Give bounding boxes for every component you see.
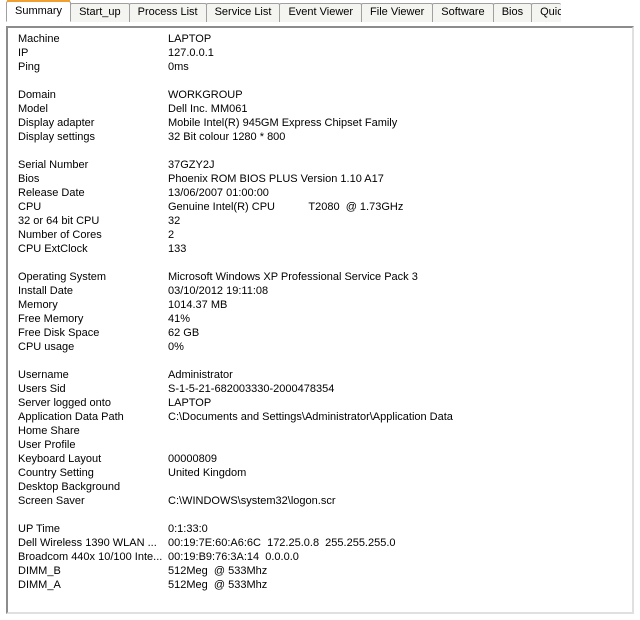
- tab-process-list[interactable]: Process List: [129, 3, 207, 22]
- info-label: Machine: [18, 32, 168, 46]
- info-value: Administrator: [168, 368, 626, 382]
- info-label: Desktop Background: [18, 480, 168, 494]
- info-value: Phoenix ROM BIOS PLUS Version 1.10 A17: [168, 172, 626, 186]
- info-label: Operating System: [18, 270, 168, 284]
- info-label: Free Memory: [18, 312, 168, 326]
- tab-service-list[interactable]: Service List: [206, 3, 281, 22]
- tab-file-viewer[interactable]: File Viewer: [361, 3, 433, 22]
- tab-strip: Summary Start_up Process List Service List E…: [0, 0, 640, 22]
- info-value: 2: [168, 228, 626, 242]
- info-label: Number of Cores: [18, 228, 168, 242]
- info-label: Display settings: [18, 130, 168, 144]
- info-table: MachineLAPTOPIP127.0.0.1Ping0msDomainWOR…: [18, 32, 626, 592]
- info-value: United Kingdom: [168, 466, 626, 480]
- info-value: [168, 424, 626, 438]
- info-label: CPU: [18, 200, 168, 214]
- info-value: Dell Inc. MM061: [168, 102, 626, 116]
- tab-bios[interactable]: Bios: [493, 3, 532, 22]
- tab-software[interactable]: Software: [432, 3, 493, 22]
- info-label: Memory: [18, 298, 168, 312]
- info-label: Display adapter: [18, 116, 168, 130]
- info-label: Domain: [18, 88, 168, 102]
- info-value: 0%: [168, 340, 626, 354]
- info-value: 512Meg @ 533Mhz: [168, 578, 626, 592]
- info-value: 37GZY2J: [168, 158, 626, 172]
- info-value: 32: [168, 214, 626, 228]
- info-value: S-1-5-21-682003330-2000478354: [168, 382, 626, 396]
- info-value: 127.0.0.1: [168, 46, 626, 60]
- tab-event-viewer[interactable]: Event Viewer: [279, 3, 362, 22]
- info-value: 41%: [168, 312, 626, 326]
- info-value: 32 Bit colour 1280 * 800: [168, 130, 626, 144]
- info-label: UP Time: [18, 522, 168, 536]
- info-value: [168, 480, 626, 494]
- tab-quick[interactable]: Quick: [531, 3, 561, 22]
- info-value: 512Meg @ 533Mhz: [168, 564, 626, 578]
- info-label: Home Share: [18, 424, 168, 438]
- info-label: Bios: [18, 172, 168, 186]
- info-label: Keyboard Layout: [18, 452, 168, 466]
- info-value: Genuine Intel(R) CPU T2080 @ 1.73GHz: [168, 200, 626, 214]
- app-root: Summary Start_up Process List Service List E…: [0, 0, 640, 620]
- info-label: Server logged onto: [18, 396, 168, 410]
- tab-label: File Viewer: [370, 6, 424, 18]
- info-label: DIMM_A: [18, 578, 168, 592]
- info-value: [168, 438, 626, 452]
- info-value: Mobile Intel(R) 945GM Express Chipset Fa…: [168, 116, 626, 130]
- tab-label: Service List: [215, 6, 272, 18]
- info-label: Username: [18, 368, 168, 382]
- info-label: Release Date: [18, 186, 168, 200]
- group-separator: [18, 256, 626, 270]
- info-label: IP: [18, 46, 168, 60]
- group-separator: [18, 74, 626, 88]
- info-label: Install Date: [18, 284, 168, 298]
- info-value: 00:19:7E:60:A6:6C 172.25.0.8 255.255.255…: [168, 536, 626, 550]
- tab-label: Event Viewer: [288, 6, 353, 18]
- info-label: User Profile: [18, 438, 168, 452]
- info-value: 00:19:B9:76:3A:14 0.0.0.0: [168, 550, 626, 564]
- info-label: Country Setting: [18, 466, 168, 480]
- info-value: 133: [168, 242, 626, 256]
- info-value: 0:1:33:0: [168, 522, 626, 536]
- info-value: WORKGROUP: [168, 88, 626, 102]
- info-label: Ping: [18, 60, 168, 74]
- info-value: 1014.37 MB: [168, 298, 626, 312]
- tab-label: Process List: [138, 6, 198, 18]
- tab-start-up[interactable]: Start_up: [70, 3, 130, 22]
- info-value: LAPTOP: [168, 32, 626, 46]
- info-label: CPU usage: [18, 340, 168, 354]
- info-label: DIMM_B: [18, 564, 168, 578]
- info-value: 62 GB: [168, 326, 626, 340]
- tab-label: Summary: [15, 5, 62, 17]
- panel-wrap: MachineLAPTOPIP127.0.0.1Ping0msDomainWOR…: [0, 21, 640, 620]
- info-value: 00000809: [168, 452, 626, 466]
- info-label: Users Sid: [18, 382, 168, 396]
- summary-panel: MachineLAPTOPIP127.0.0.1Ping0msDomainWOR…: [6, 26, 634, 614]
- info-label: Application Data Path: [18, 410, 168, 424]
- group-separator: [18, 354, 626, 368]
- info-value: C:\Documents and Settings\Administrator\…: [168, 410, 626, 424]
- info-value: 13/06/2007 01:00:00: [168, 186, 626, 200]
- group-separator: [18, 508, 626, 522]
- tab-label: Quick: [540, 6, 561, 18]
- info-label: Screen Saver: [18, 494, 168, 508]
- info-label: CPU ExtClock: [18, 242, 168, 256]
- tab-label: Software: [441, 6, 484, 18]
- tab-summary[interactable]: Summary: [6, 1, 71, 22]
- info-value: LAPTOP: [168, 396, 626, 410]
- info-value: 03/10/2012 19:11:08: [168, 284, 626, 298]
- info-value: 0ms: [168, 60, 626, 74]
- tab-label: Start_up: [79, 6, 121, 18]
- group-separator: [18, 144, 626, 158]
- info-label: Dell Wireless 1390 WLAN ...: [18, 536, 168, 550]
- info-value: Microsoft Windows XP Professional Servic…: [168, 270, 626, 284]
- info-label: Serial Number: [18, 158, 168, 172]
- info-value: C:\WINDOWS\system32\logon.scr: [168, 494, 626, 508]
- tab-label: Bios: [502, 6, 523, 18]
- info-label: Free Disk Space: [18, 326, 168, 340]
- info-label: 32 or 64 bit CPU: [18, 214, 168, 228]
- info-label: Model: [18, 102, 168, 116]
- info-label: Broadcom 440x 10/100 Inte...: [18, 550, 168, 564]
